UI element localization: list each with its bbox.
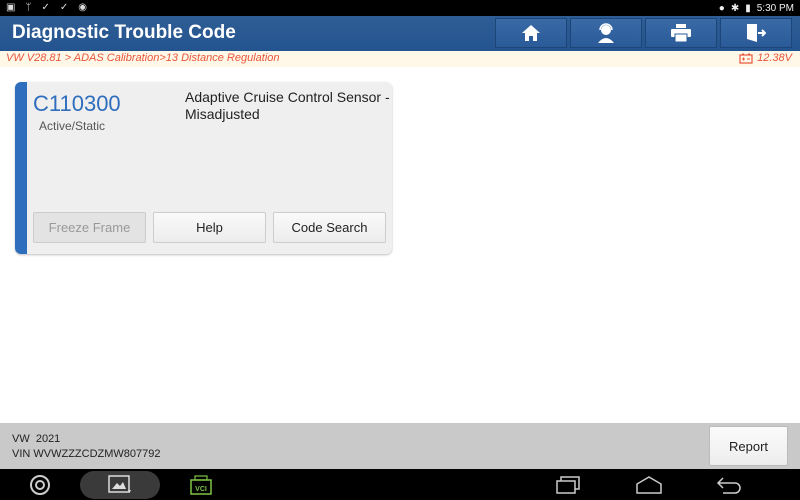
dtc-code: C110300 [33,91,121,116]
home-button[interactable] [495,18,567,48]
clock: 5:30 PM [756,2,794,14]
battery-voltage: 12.38V [739,52,792,64]
dtc-accent-bar [15,82,27,254]
svg-text:VCI: VCI [195,486,207,493]
code-search-button[interactable]: Code Search [273,212,386,243]
home-nav-icon [636,475,662,494]
back-button[interactable] [712,469,746,500]
screenshot-icon [108,474,131,493]
home-nav-button[interactable] [632,469,666,500]
status-bar: ▣ ᛘ ✓ ✓ ◉ ● ✱ ▮ 5:30 PM [0,0,800,16]
breadcrumb-bar: VW V28.81 > ADAS Calibration>13 Distance… [0,51,800,67]
location-icon: ● [718,2,725,14]
exit-icon [747,24,766,42]
bluetooth-icon: ✱ [730,2,740,14]
vehicle-footer: VW 2021 VIN WVWZZZCDZMW807792 Report [0,423,800,469]
page-title: Diagnostic Trouble Code [12,22,236,43]
back-icon [716,476,741,494]
vehicle-model: VW 2021 [12,433,61,445]
browser-button[interactable] [25,469,55,500]
exit-button[interactable] [720,18,792,48]
check-icon: ✓ [59,2,69,13]
voltage-value: 12.38V [757,52,792,64]
app-header: Diagnostic Trouble Code [0,16,800,51]
battery-icon: ▮ [745,2,751,14]
usb-debug-icon: ᛘ [25,2,32,13]
print-button[interactable] [645,18,717,48]
home-icon [522,25,540,41]
report-button[interactable]: Report [709,426,788,466]
print-icon [671,24,691,42]
help-button[interactable]: Help [153,212,266,243]
dtc-status: Active/Static [39,119,106,133]
recent-apps-icon [556,475,580,494]
vci-button[interactable]: VCI [186,469,216,500]
vehicle-vin: VIN WVWZZZCDZMW807792 [12,448,161,460]
check-icon: ✓ [41,2,50,13]
screenshot-button[interactable] [103,469,137,500]
support-button[interactable] [570,18,642,48]
browser-icon [30,474,50,495]
dtc-card: C110300 Active/Static Adaptive Cruise Co… [15,82,392,254]
freeze-frame-button[interactable]: Freeze Frame [33,212,146,243]
android-nav-bar: VCI [0,469,800,500]
battery-icon [739,53,753,64]
breadcrumb: VW V28.81 > ADAS Calibration>13 Distance… [6,52,280,64]
support-icon [598,23,614,43]
app-icon: ◉ [78,2,87,13]
gallery-icon: ▣ [6,2,16,13]
recent-apps-button[interactable] [553,469,583,500]
vehicle-info: VW 2021 VIN WVWZZZCDZMW807792 [12,432,161,462]
dtc-description: Adaptive Cruise Control Sensor - Misadju… [185,89,390,122]
vci-icon: VCI [190,474,212,495]
